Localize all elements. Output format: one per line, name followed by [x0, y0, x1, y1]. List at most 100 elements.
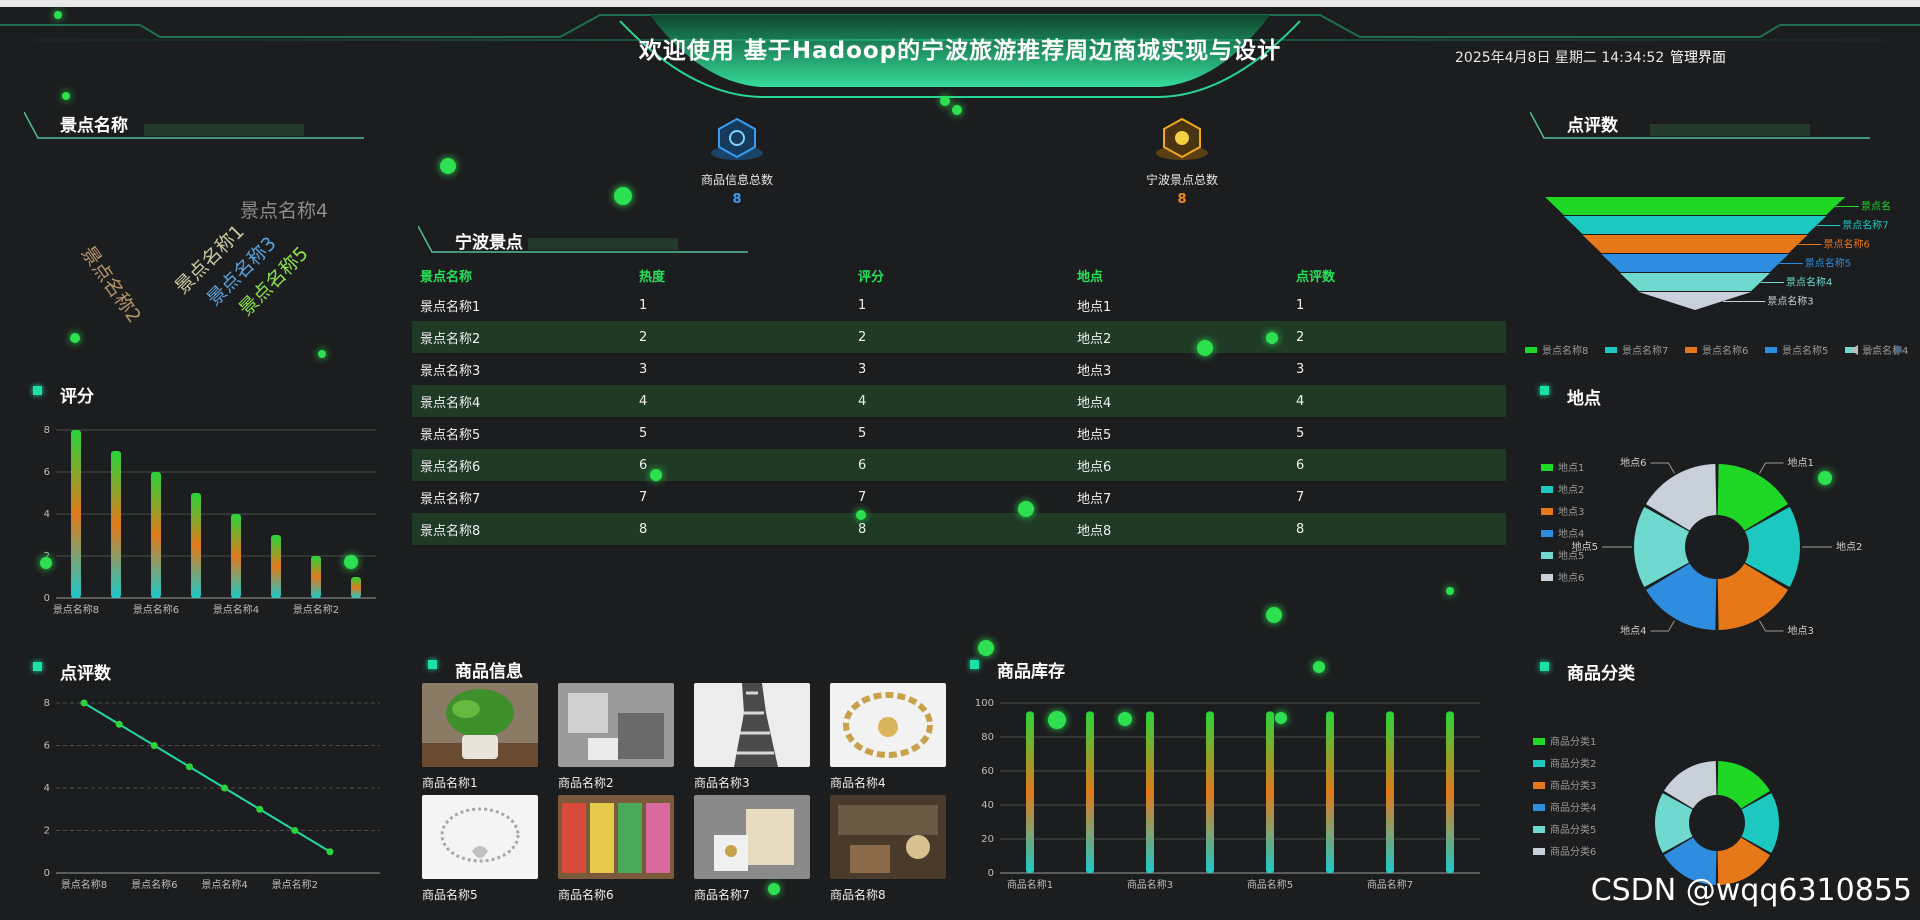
particle-dot [1048, 711, 1066, 729]
x-tick-label: 商品名称7 [1367, 878, 1413, 891]
donut-label: 地点6 [1620, 456, 1646, 469]
legend-label: 地点6 [1558, 571, 1584, 584]
table-row[interactable]: 景点名称2 2 2 地点2 2 [412, 321, 1506, 353]
bar [1146, 711, 1154, 873]
x-tick-label: 景点名称2 [272, 878, 318, 891]
goods-name: 商品名称4 [830, 776, 886, 790]
table-cell: 8 [1296, 521, 1305, 537]
funnel-label: 景点名称7 [1842, 219, 1888, 232]
stock-bar-chart: 0 20 40 60 80 100 商品名称1 商品名称3 商品名称5 商品名称7 [975, 698, 1480, 891]
panel-title-goods-category: 商品分类 [1567, 664, 1635, 684]
goods-image-plant [422, 683, 538, 767]
goods-name: 商品名称8 [830, 888, 886, 902]
table-cell: 7 [1296, 489, 1305, 505]
y-tick-label: 2 [44, 826, 50, 837]
goods-item[interactable]: 商品名称5 [422, 795, 538, 903]
table-header-cell[interactable]: 点评数 [1296, 266, 1506, 285]
table-row[interactable]: 景点名称7 7 7 地点7 7 [412, 481, 1506, 513]
page-header: 欢迎使用 基于Hadoop的宁波旅游推荐周边商城实现与设计 2025年4月8日 … [0, 7, 1920, 102]
particle-dot [1313, 661, 1325, 673]
table-header-cell[interactable]: 景点名称 [412, 266, 639, 285]
stat-spot-total: 宁波景点总数 8 [1102, 115, 1262, 207]
table-header-cell[interactable]: 热度 [639, 266, 858, 285]
y-tick-label: 40 [981, 800, 994, 811]
table-row[interactable]: 景点名称1 1 1 地点1 1 [412, 289, 1506, 321]
watermark: CSDN @wqq6310855 [1590, 873, 1912, 908]
table-cell: 8 [858, 521, 867, 537]
bar [1326, 711, 1334, 873]
x-tick-label: 商品名称1 [1007, 878, 1053, 891]
legend-label: 商品分类3 [1550, 779, 1596, 792]
funnel-segment [1620, 273, 1770, 291]
x-tick-label: 景点名称8 [53, 603, 99, 616]
goods-name: 商品名称1 [422, 776, 478, 790]
table-header-cell[interactable]: 地点 [1077, 266, 1296, 285]
legend-label: 景点名称6 [1702, 344, 1748, 357]
table-cell: 1 [858, 297, 867, 313]
panel-marker-icon [33, 662, 42, 671]
data-point [256, 805, 264, 813]
funnel-label: 景点名称5 [1805, 257, 1851, 270]
legend-label: 商品分类5 [1550, 823, 1596, 836]
data-point [221, 784, 229, 792]
legend-swatch [1533, 848, 1545, 855]
table-cell: 地点3 [1077, 363, 1112, 379]
goods-item[interactable]: 商品名称3 [694, 683, 810, 791]
goods-image-shop [830, 795, 946, 879]
table-cell: 景点名称4 [420, 395, 481, 411]
table-cell: 4 [1296, 393, 1305, 409]
particle-dot [978, 640, 994, 656]
y-tick-label: 6 [44, 741, 50, 752]
bar [351, 577, 361, 598]
particle-dot [940, 96, 950, 106]
particle-dot [344, 555, 358, 569]
legend-label: 地点3 [1558, 505, 1584, 518]
data-point [291, 827, 299, 834]
bar [1386, 711, 1394, 873]
bar [271, 535, 281, 598]
table-row[interactable]: 景点名称6 6 6 地点6 6 [412, 449, 1506, 481]
legend-label: 地点4 [1558, 527, 1584, 540]
label-leader-line [1759, 462, 1784, 474]
table-header-cell[interactable]: 评分 [858, 266, 1077, 285]
table-cell: 6 [639, 457, 648, 473]
x-tick-label: 景点名称8 [61, 878, 107, 891]
funnel-label: 景点名称6 [1824, 238, 1870, 251]
goods-name: 商品名称6 [558, 888, 614, 902]
table-row[interactable]: 景点名称8 8 8 地点8 8 [412, 513, 1506, 545]
admin-link[interactable]: 管理界面 [1670, 47, 1726, 67]
goods-item[interactable]: 商品名称6 [558, 795, 674, 903]
bar [1266, 711, 1274, 873]
legend-swatch [1605, 347, 1617, 353]
data-point [115, 720, 123, 728]
goods-item[interactable]: 商品名称1 [422, 683, 538, 791]
goods-item[interactable]: 商品名称2 [558, 683, 674, 791]
goods-item[interactable]: 商品名称8 [830, 795, 946, 903]
table-cell: 3 [639, 361, 648, 377]
table-row[interactable]: 景点名称3 3 3 地点3 3 [412, 353, 1506, 385]
y-tick-label: 8 [44, 425, 50, 436]
goods-image-box [694, 795, 810, 879]
funnel-label: 景点名 [1861, 200, 1891, 213]
particle-dot [1266, 332, 1278, 344]
bar [311, 556, 321, 598]
spot-hex-icon [1156, 117, 1208, 160]
table-row[interactable]: 景点名称5 5 5 地点5 5 [412, 417, 1506, 449]
y-tick-label: 8 [44, 698, 50, 709]
goods-item[interactable]: 商品名称7 [694, 795, 810, 903]
panel-marker-icon [1540, 662, 1549, 671]
goods-item[interactable]: 商品名称4 [830, 683, 946, 791]
funnel-segment [1601, 254, 1789, 272]
stat-goods-total: 商品信息总数 8 [657, 115, 817, 207]
legend-swatch [1541, 486, 1553, 493]
legend-swatch [1533, 826, 1545, 833]
table-cell: 景点名称7 [420, 491, 481, 507]
table-row[interactable]: 景点名称4 4 4 地点4 4 [412, 385, 1506, 417]
stat-goods-value: 8 [732, 192, 742, 207]
stat-goods-label: 商品信息总数 [700, 173, 773, 187]
table-cell: 4 [858, 393, 867, 409]
legend-label: 商品分类2 [1550, 757, 1596, 770]
x-tick-label: 商品名称5 [1247, 878, 1293, 891]
panel-title-review-count-left: 点评数 [60, 664, 111, 684]
particle-dot [70, 333, 80, 343]
